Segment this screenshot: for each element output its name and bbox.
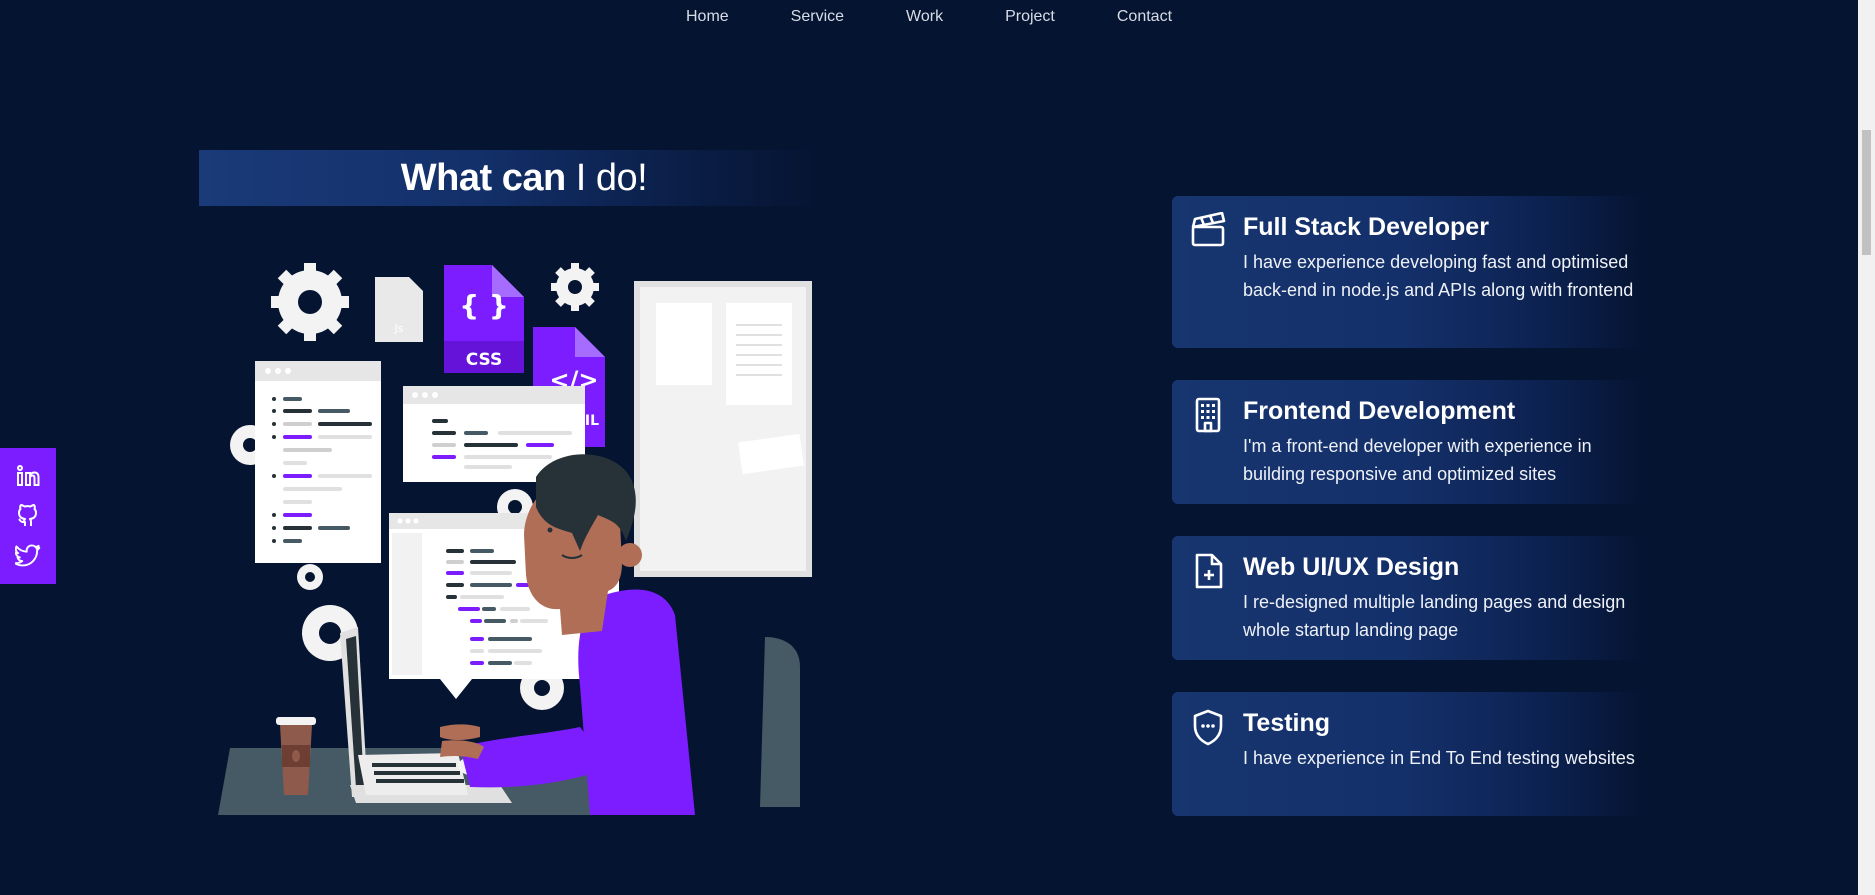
gear-icon <box>551 263 599 311</box>
service-card-frontend: Frontend Development I'm a front-end dev… <box>1172 380 1642 504</box>
section-heading-banner: What can I do! <box>199 150 819 206</box>
github-icon[interactable] <box>15 503 41 529</box>
nav-contact[interactable]: Contact <box>1117 8 1172 26</box>
service-title: Testing <box>1243 709 1331 737</box>
html-fragment-label: IL <box>585 413 599 429</box>
scrollbar-thumb[interactable] <box>1862 130 1871 255</box>
service-title: Frontend Development <box>1243 397 1516 425</box>
heading-bold: What can <box>400 156 566 199</box>
nav-project[interactable]: Project <box>1005 8 1055 26</box>
page-scrollbar[interactable] <box>1858 0 1875 895</box>
service-title: Full Stack Developer <box>1243 213 1489 241</box>
gear-icon <box>297 564 323 590</box>
section-heading: What can I do! <box>400 156 648 200</box>
clapperboard-icon <box>1191 212 1226 247</box>
service-card-testing: Testing I have experience in End To End … <box>1172 692 1642 816</box>
social-rail <box>0 448 56 584</box>
linkedin-icon[interactable] <box>15 463 41 489</box>
twitter-icon[interactable] <box>15 543 41 569</box>
js-file-label: Js <box>394 322 404 335</box>
service-description: I'm a front-end developer with experienc… <box>1243 436 1592 484</box>
nav-work[interactable]: Work <box>906 8 943 26</box>
service-description: I re-designed multiple landing pages and… <box>1243 592 1626 640</box>
developer-illustration: Js { } CSS </> IL <box>218 263 812 815</box>
file-plus-icon <box>1195 553 1223 589</box>
heading-rest: I do! <box>565 156 648 199</box>
gear-icon <box>271 263 349 341</box>
shield-icon <box>1193 709 1223 746</box>
nav-service[interactable]: Service <box>791 8 844 26</box>
nav-home[interactable]: Home <box>686 8 729 26</box>
building-icon <box>1195 397 1221 433</box>
service-title: Web UI/UX Design <box>1243 553 1460 581</box>
service-card-full-stack: Full Stack Developer I have experience d… <box>1172 196 1642 348</box>
service-description: I have experience in End To End testing … <box>1243 748 1635 768</box>
service-description: I have experience developing fast and op… <box>1243 252 1634 300</box>
braces-label: { } <box>459 289 509 322</box>
css-label: CSS <box>466 350 503 370</box>
top-nav: Home Service Work Project Contact <box>0 8 1858 26</box>
service-card-uiux: Web UI/UX Design I re-designed multiple … <box>1172 536 1642 660</box>
